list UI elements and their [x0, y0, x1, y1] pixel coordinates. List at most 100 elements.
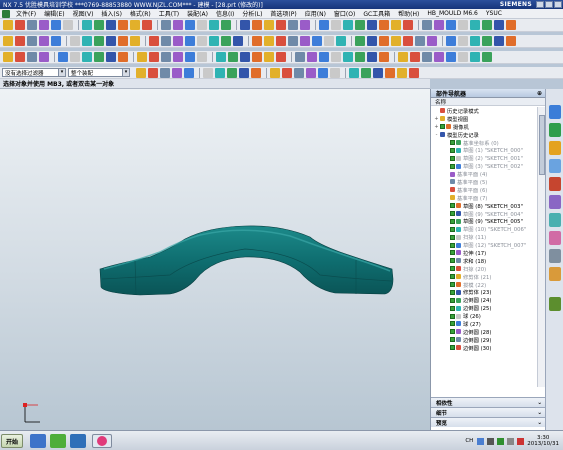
toolbar-tool-icon[interactable] — [264, 52, 274, 62]
toolbar-tool-icon[interactable] — [148, 67, 158, 78]
maximize-button[interactable] — [545, 1, 553, 8]
toolbar-tool-icon[interactable] — [318, 67, 328, 78]
menu-item-8[interactable]: 分析(L) — [238, 9, 266, 18]
toolbar-tool-icon[interactable] — [458, 36, 468, 46]
system-materials-icon[interactable] — [549, 195, 561, 209]
tray-keyboard-icon[interactable] — [487, 437, 495, 445]
process-studio-icon[interactable] — [549, 213, 561, 227]
tree-node[interactable]: 基准平面 (5) — [431, 178, 537, 186]
pin-icon[interactable]: ⊕ — [537, 90, 542, 97]
toolbar-tool-icon[interactable] — [173, 20, 183, 30]
toolbar-tool-icon[interactable] — [106, 52, 116, 62]
toolbar-tool-icon[interactable] — [118, 52, 128, 62]
toolbar-tool-icon[interactable] — [319, 20, 329, 30]
toolbar-tool-icon[interactable] — [161, 52, 171, 62]
toolbar-tool-icon[interactable] — [324, 36, 334, 46]
tree-node[interactable]: 边倒圆 (24) — [431, 296, 537, 304]
toolbar-tool-icon[interactable] — [319, 52, 329, 62]
menu-item-4[interactable]: 格式(R) — [126, 9, 155, 18]
toolbar-tool-icon[interactable] — [276, 36, 286, 46]
toolbar-tool-icon[interactable] — [185, 36, 195, 46]
toolbar-tool-icon[interactable] — [221, 20, 231, 30]
toolbar-tool-icon[interactable] — [422, 52, 432, 62]
start-button[interactable]: 开始 — [1, 434, 23, 448]
toolbar-tool-icon[interactable] — [295, 52, 305, 62]
toolbar-tool-icon[interactable] — [136, 67, 146, 78]
toolbar-tool-icon[interactable] — [185, 20, 195, 30]
visibility-checkbox[interactable] — [450, 282, 455, 288]
toolbar-tool-icon[interactable] — [355, 52, 365, 62]
tree-node[interactable]: + 模型视图 — [431, 115, 537, 123]
part-navigator-icon[interactable] — [549, 123, 561, 137]
toolbar-tool-icon[interactable] — [494, 20, 504, 30]
expand-toggle-icon[interactable]: + — [434, 124, 439, 130]
toolbar-tool-icon[interactable] — [312, 36, 322, 46]
tree-node[interactable]: 边倒圆 (29) — [431, 336, 537, 344]
visibility-checkbox[interactable] — [450, 305, 455, 311]
toolbar-tool-icon[interactable] — [161, 20, 171, 30]
roles-icon[interactable] — [549, 231, 561, 245]
model-view[interactable] — [0, 89, 430, 430]
toolbar-tool-icon[interactable] — [379, 52, 389, 62]
toolbar-tool-icon[interactable] — [221, 36, 231, 46]
quicklaunch-icon[interactable] — [30, 434, 46, 448]
toolbar-tool-icon[interactable] — [15, 20, 25, 30]
toolbar-tool-icon[interactable] — [482, 36, 492, 46]
toolbar-tool-icon[interactable] — [149, 52, 159, 62]
visibility-checkbox[interactable] — [450, 329, 455, 335]
tree-node[interactable]: 边倒圆 (30) — [431, 344, 537, 352]
toolbar-tool-icon[interactable] — [39, 36, 49, 46]
toolbar-tool-icon[interactable] — [458, 52, 468, 62]
toolbar-tool-icon[interactable] — [51, 20, 61, 30]
toolbar-tool-icon[interactable] — [379, 36, 389, 46]
type-filter-select[interactable]: 没有选择过滤器 ▾ — [2, 68, 66, 77]
toolbar-tool-icon[interactable] — [252, 20, 262, 30]
toolbar-tool-icon[interactable] — [470, 36, 480, 46]
toolbar-tool-icon[interactable] — [379, 20, 389, 30]
toolbar-tool-icon[interactable] — [240, 52, 250, 62]
tree-node[interactable]: 边倒圆 (25) — [431, 304, 537, 312]
toolbar-tool-icon[interactable] — [458, 20, 468, 30]
tree-node[interactable]: + 摄像机 — [431, 123, 537, 131]
toolbar-tool-icon[interactable] — [270, 67, 280, 78]
tray-help-icon[interactable] — [477, 437, 485, 445]
toolbar-tool-icon[interactable] — [173, 52, 183, 62]
toolbar-tool-icon[interactable] — [434, 52, 444, 62]
tree-node[interactable]: 基准平面 (6) — [431, 186, 537, 194]
reuse-library-icon[interactable] — [549, 141, 561, 155]
toolbar-tool-icon[interactable] — [391, 20, 401, 30]
toolbar-tool-icon[interactable] — [27, 52, 37, 62]
toolbar-tool-icon[interactable] — [403, 36, 413, 46]
toolbar-tool-icon[interactable] — [3, 36, 13, 46]
toolbar-tool-icon[interactable] — [209, 36, 219, 46]
tree-node[interactable]: 基准平面 (4) — [431, 170, 537, 178]
toolbar-tool-icon[interactable] — [239, 67, 249, 78]
toolbar-tool-icon[interactable] — [51, 36, 61, 46]
visibility-checkbox[interactable] — [450, 313, 455, 319]
toolbar-tool-icon[interactable] — [409, 67, 419, 78]
tree-node[interactable]: 草图 (8) "SKETCH_003" — [431, 202, 537, 210]
tree-node[interactable]: 基准坐标系 (0) — [431, 139, 537, 147]
toolbar-tool-icon[interactable] — [227, 67, 237, 78]
visibility-checkbox[interactable] — [450, 226, 455, 232]
toolbar-tool-icon[interactable] — [160, 67, 170, 78]
tree-node[interactable]: 基准平面 (7) — [431, 194, 537, 202]
language-indicator[interactable]: CH — [465, 438, 473, 444]
toolbar-tool-icon[interactable] — [185, 52, 195, 62]
toolbar-tool-icon[interactable] — [446, 20, 456, 30]
menu-item-3[interactable]: 插入(S) — [97, 9, 126, 18]
visibility-checkbox[interactable] — [450, 337, 455, 343]
toolbar-tool-icon[interactable] — [216, 52, 226, 62]
visibility-checkbox[interactable] — [450, 163, 455, 169]
toolbar-tool-icon[interactable] — [276, 20, 286, 30]
toolbar-tool-icon[interactable] — [82, 52, 92, 62]
tree-node[interactable]: 球 (27) — [431, 320, 537, 328]
visibility-checkbox[interactable] — [450, 211, 455, 217]
web-browser-icon[interactable] — [549, 159, 561, 173]
toolbar-tool-icon[interactable] — [63, 20, 73, 30]
toolbar-tool-icon[interactable] — [252, 36, 262, 46]
toolbar-tool-icon[interactable] — [39, 52, 49, 62]
toolbar-tool-icon[interactable] — [197, 20, 207, 30]
toolbar-tool-icon[interactable] — [172, 67, 182, 78]
tree-node[interactable]: 草图 (1) "SKETCH_000" — [431, 146, 537, 154]
